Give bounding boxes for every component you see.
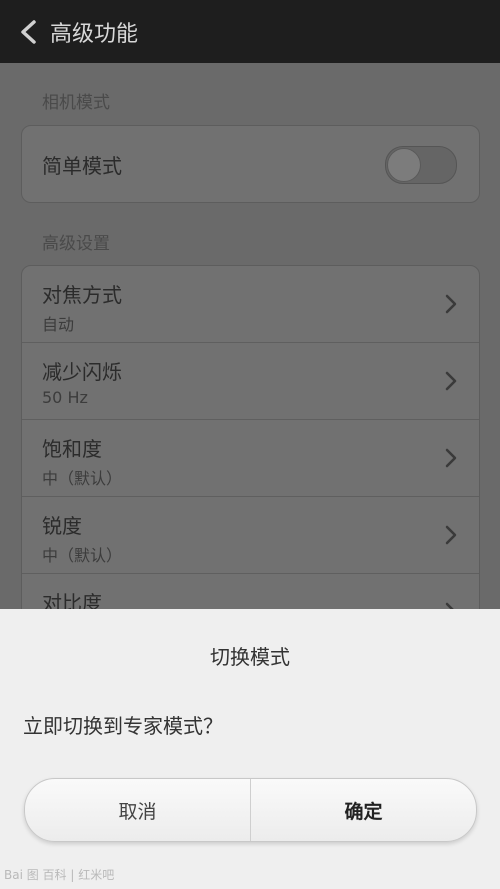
setting-row-sharpness[interactable]: 锐度 中（默认）	[22, 497, 479, 574]
back-button[interactable]	[8, 0, 48, 63]
setting-row-saturation[interactable]: 饱和度 中（默认）	[22, 420, 479, 497]
simple-mode-toggle[interactable]	[385, 146, 457, 184]
setting-title: 减少闪烁	[42, 360, 122, 384]
setting-row-focus-mode[interactable]: 对焦方式 自动	[22, 266, 479, 343]
camera-mode-card: 简单模式	[21, 125, 480, 203]
chevron-left-icon	[21, 19, 36, 44]
setting-value: 中（默认）	[42, 546, 123, 565]
setting-value: 自动	[42, 315, 75, 334]
dialog-title: 切换模式	[210, 645, 290, 669]
setting-row-reduce-flicker[interactable]: 减少闪烁 50 Hz	[22, 343, 479, 420]
switch-mode-dialog: 切换模式 立即切换到专家模式？ 取消 确定	[0, 609, 500, 889]
chevron-right-icon	[445, 448, 457, 468]
setting-value: 中（默认）	[42, 469, 123, 488]
top-app-bar: 高级功能	[0, 0, 500, 63]
cancel-button[interactable]: 取消	[25, 779, 250, 841]
page-title: 高级功能	[50, 21, 139, 47]
dialog-button-group: 取消 确定	[24, 778, 477, 842]
chevron-right-icon	[445, 525, 457, 545]
dialog-message: 立即切换到专家模式？	[23, 714, 223, 738]
setting-value: 50 Hz	[42, 388, 88, 407]
setting-title: 对焦方式	[42, 283, 122, 307]
chevron-right-icon	[445, 371, 457, 391]
watermark: Bai 图 百科 | 红米吧	[4, 868, 115, 882]
confirm-button[interactable]: 确定	[250, 779, 476, 841]
toggle-knob	[387, 148, 421, 182]
chevron-right-icon	[445, 294, 457, 314]
setting-title: 锐度	[42, 514, 82, 538]
setting-title: 饱和度	[42, 437, 102, 461]
simple-mode-label: 简单模式	[42, 154, 122, 178]
section-label-camera-mode: 相机模式	[42, 93, 110, 113]
advanced-settings-card: 对焦方式 自动 减少闪烁 50 Hz 饱和度 中（默认） 锐度 中（默认） 对比…	[21, 265, 480, 667]
section-label-advanced: 高级设置	[42, 234, 110, 254]
simple-mode-row[interactable]: 简单模式	[22, 126, 479, 202]
